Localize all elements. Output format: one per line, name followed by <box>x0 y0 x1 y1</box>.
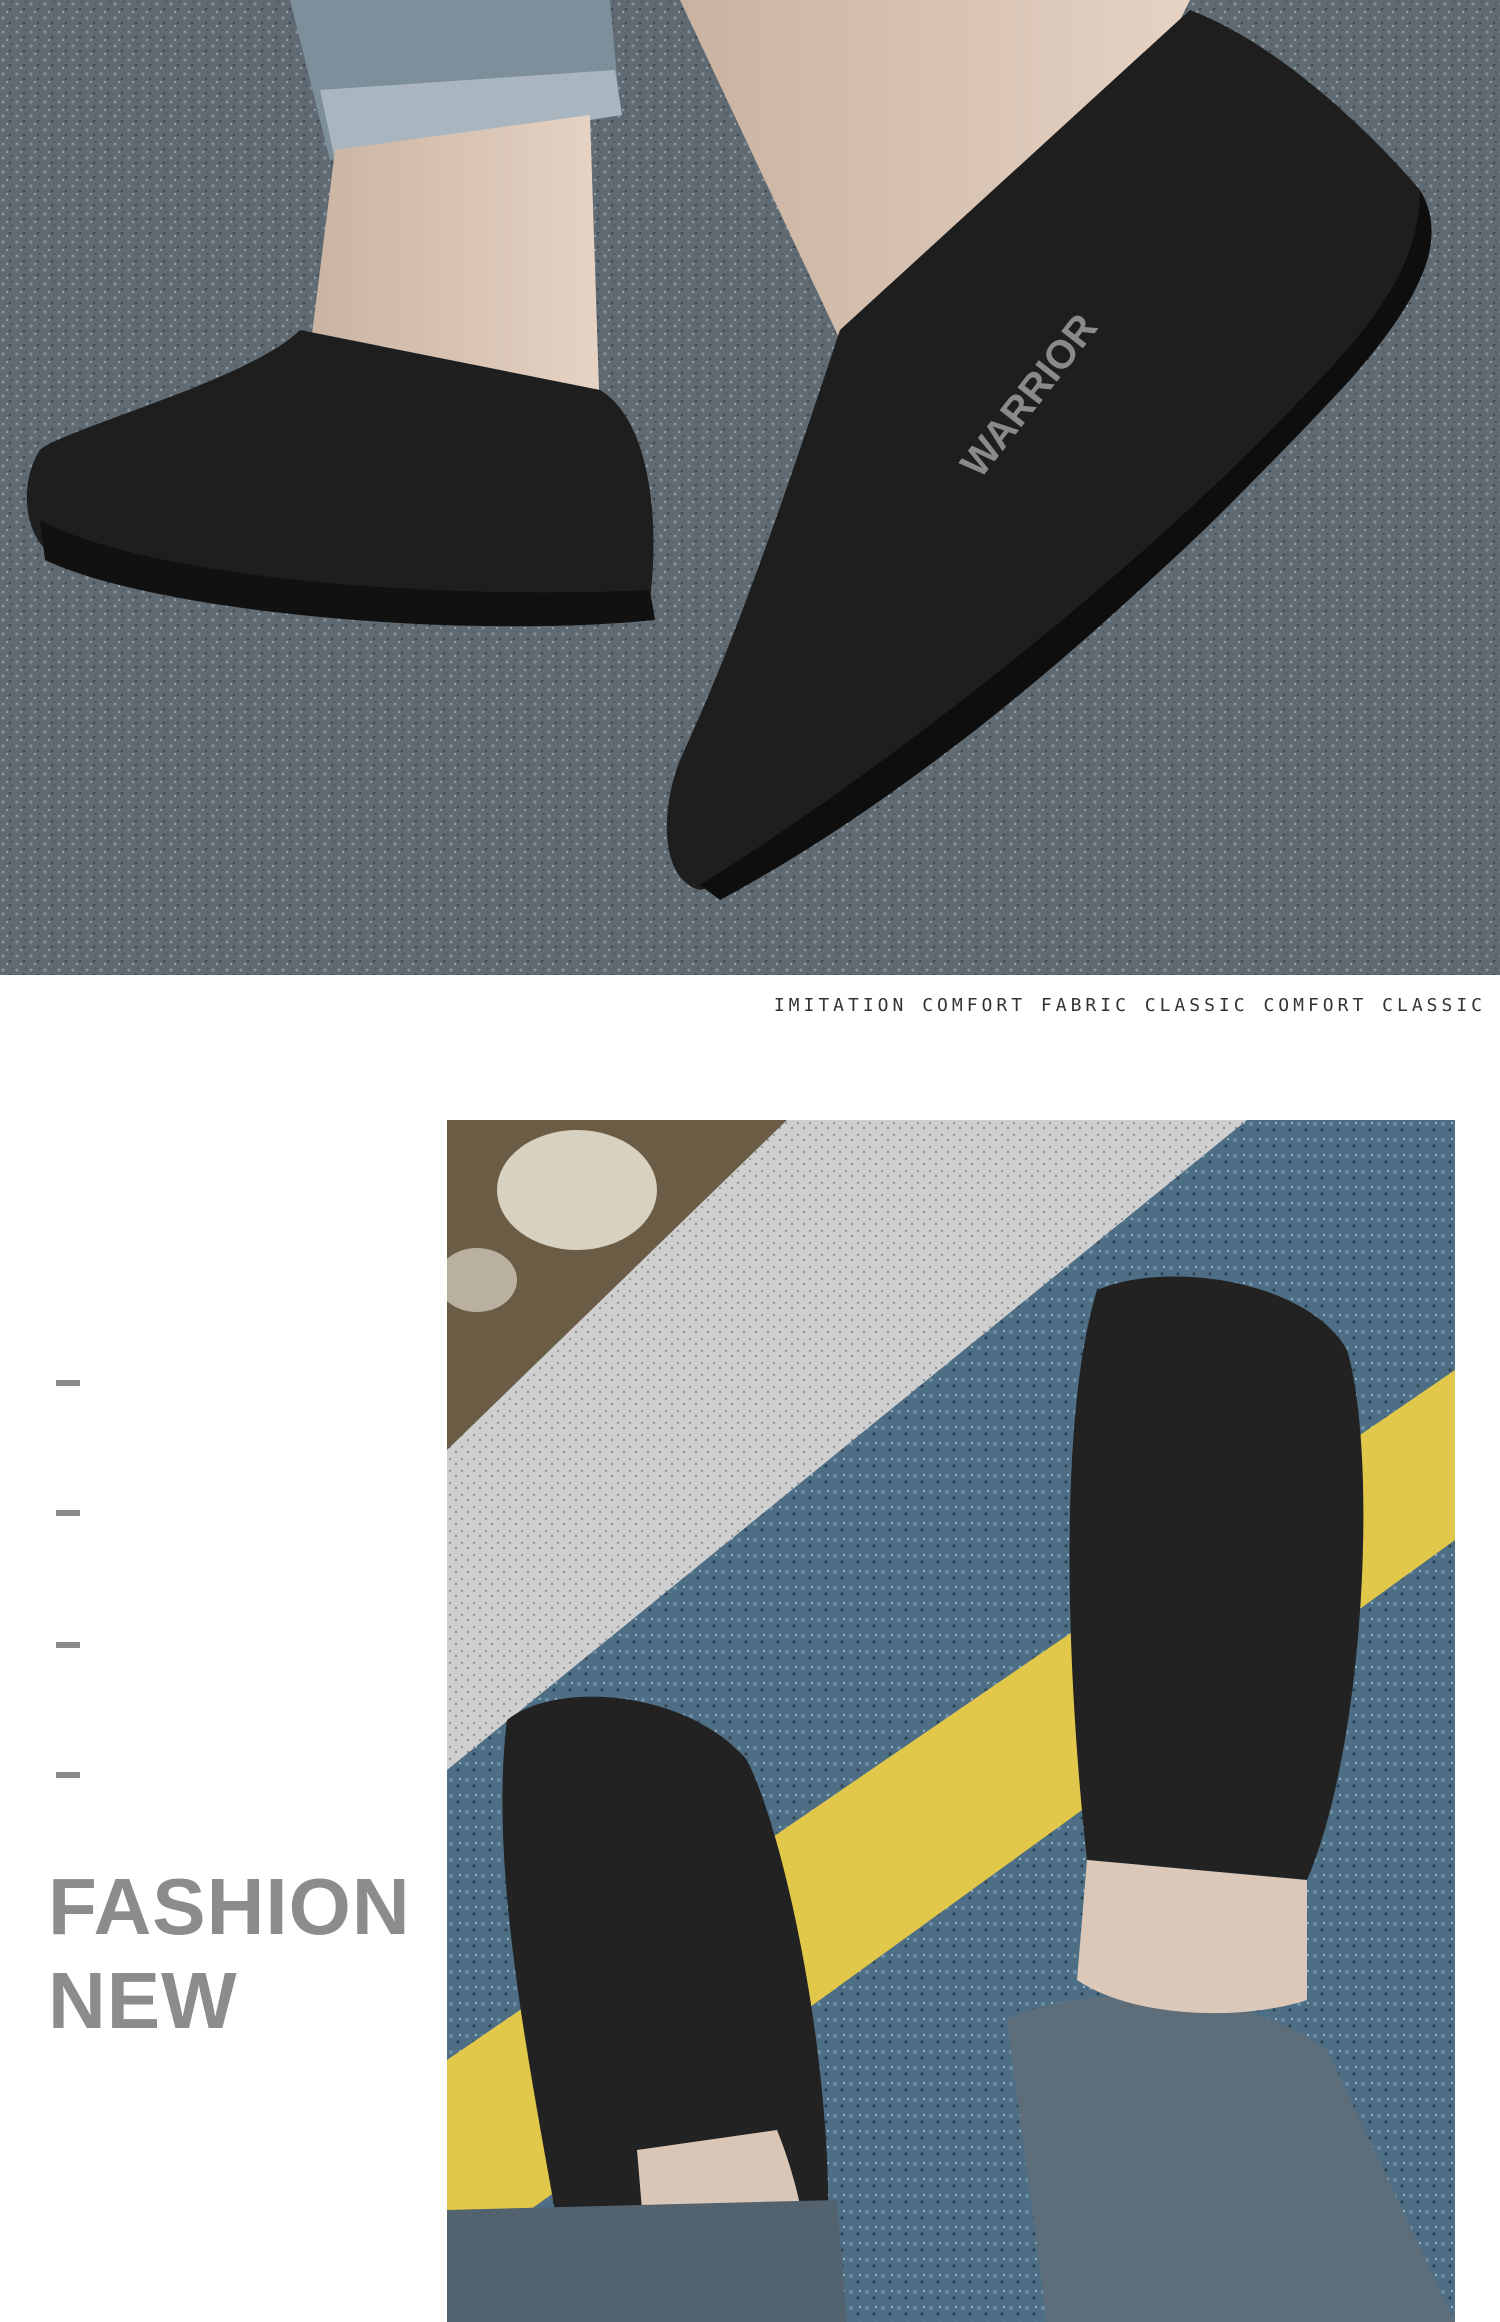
hero-illustration: WARRIOR <box>0 0 1500 975</box>
headline: FASHION NEW <box>48 1860 411 2048</box>
headline-line-1: FASHION <box>48 1862 411 1951</box>
dash <box>56 1380 80 1386</box>
dash <box>56 1510 80 1516</box>
headline-line-2: NEW <box>48 1956 238 2045</box>
detail-illustration <box>447 1120 1455 2322</box>
detail-shoe-right <box>1069 1276 1364 1880</box>
caption-text: IMITATION COMFORT FABRIC CLASSIC COMFORT… <box>773 995 1486 1016</box>
dash <box>56 1642 80 1648</box>
hero-photo: WARRIOR <box>0 0 1500 975</box>
dash <box>56 1772 80 1778</box>
detail-photo <box>447 1120 1455 2322</box>
